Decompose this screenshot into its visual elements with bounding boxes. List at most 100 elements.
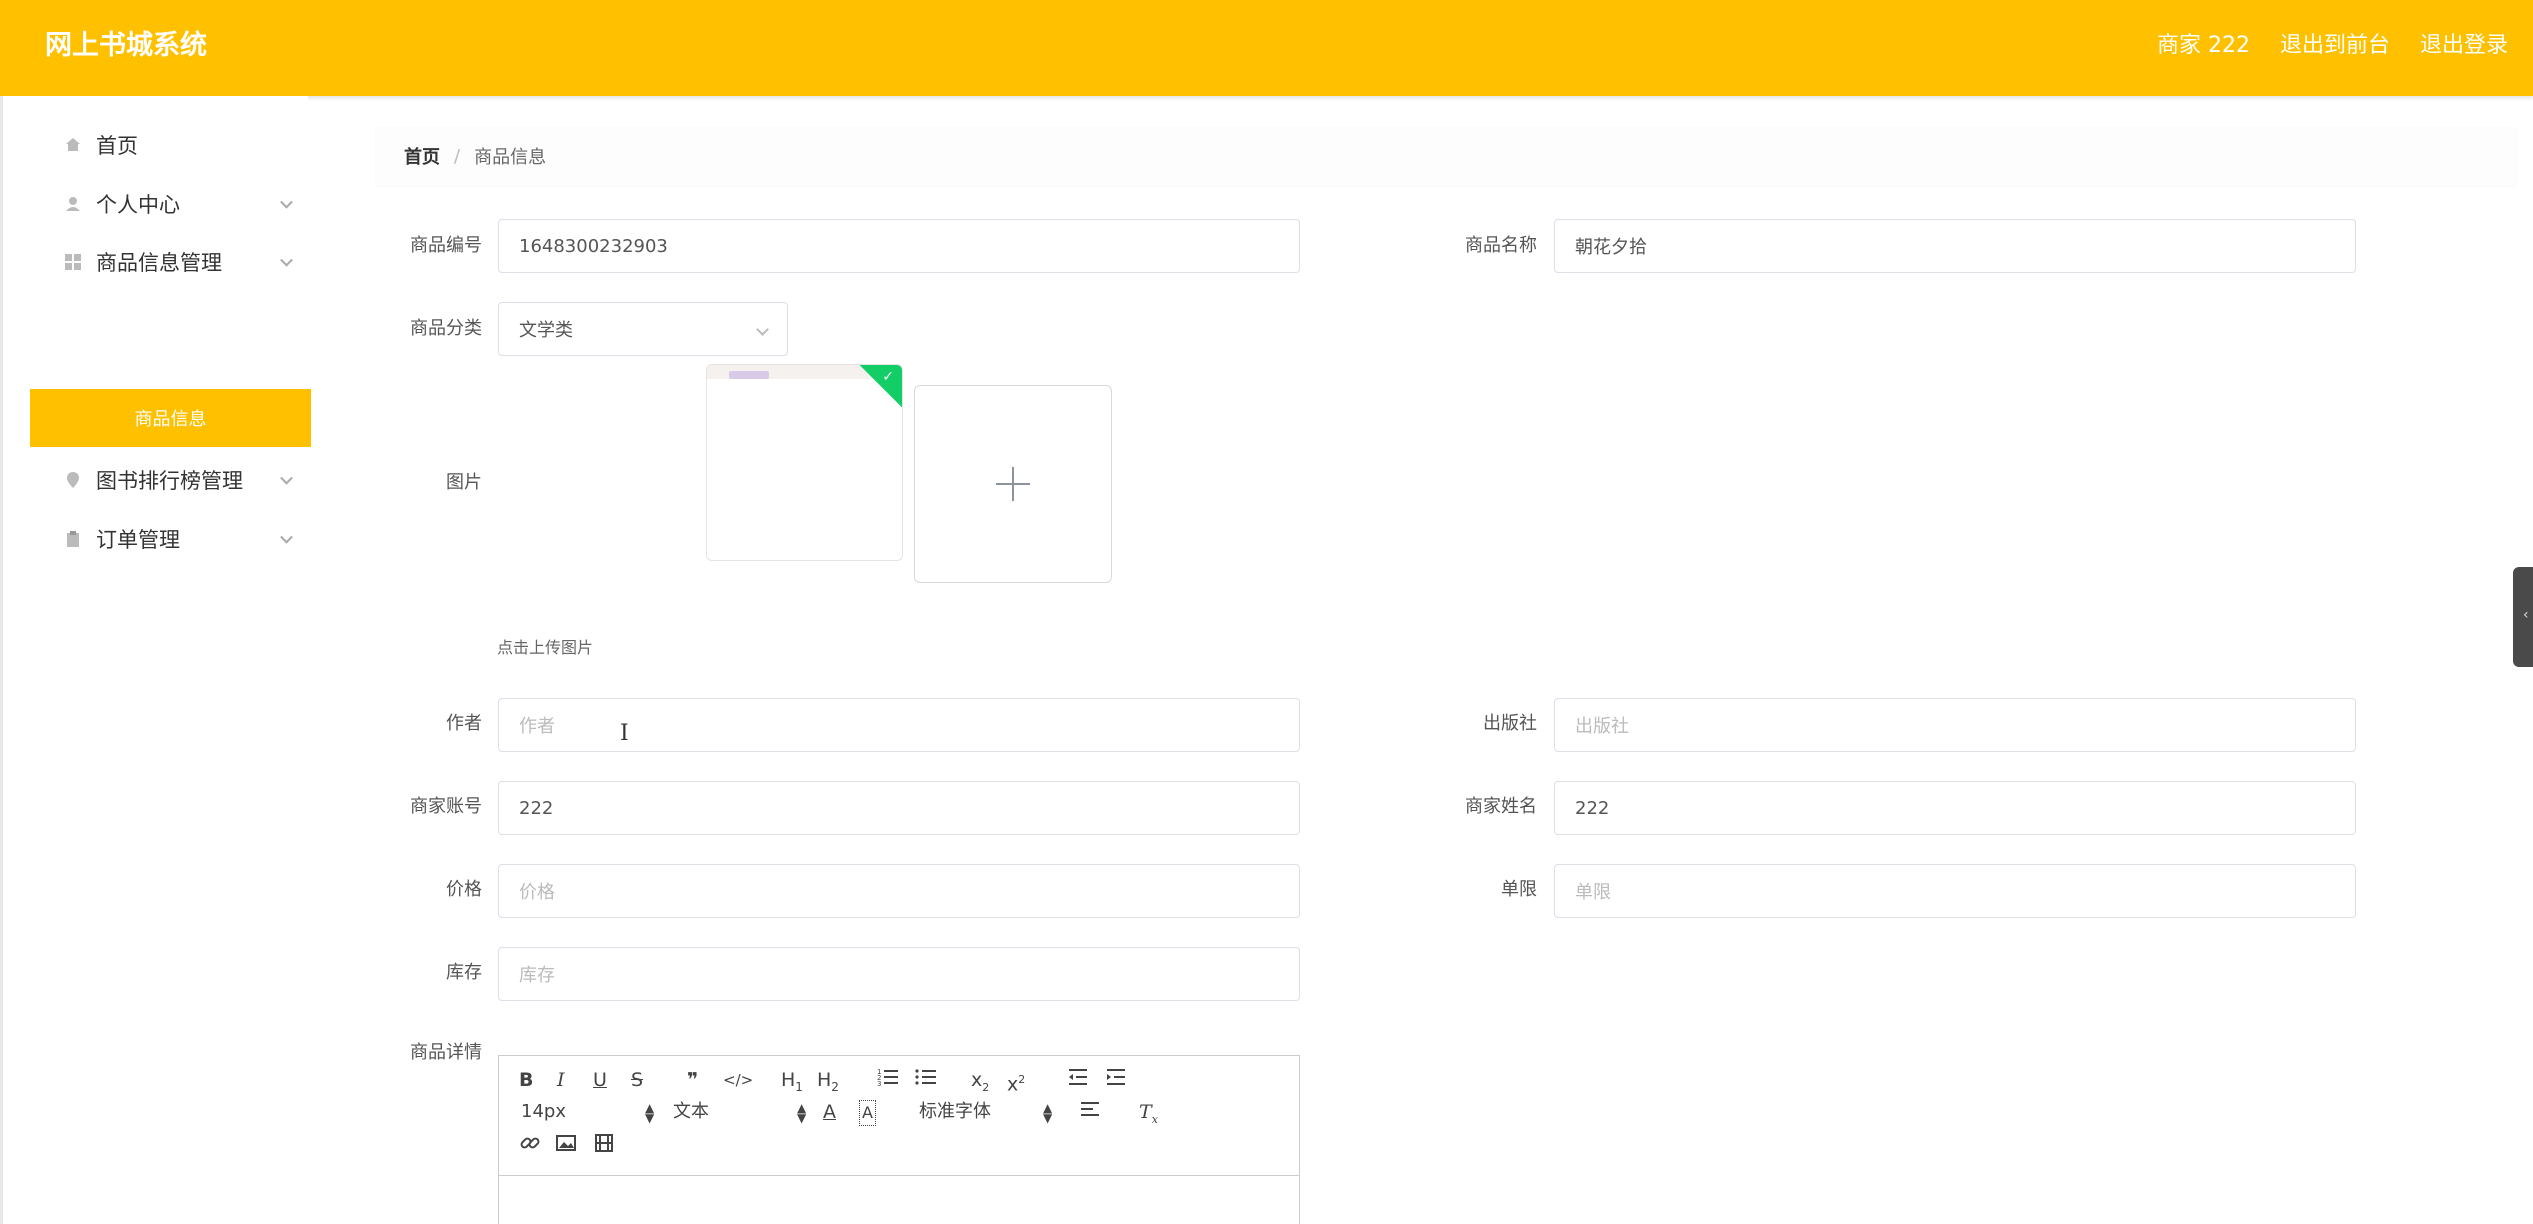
code-input[interactable]: 1648300232903 xyxy=(498,219,1300,273)
price-placeholder: 价格 xyxy=(519,882,555,903)
font-family-select[interactable]: 标准字体 ▲ ▼ xyxy=(919,1100,1052,1124)
publisher-placeholder: 出版社 xyxy=(1575,716,1629,737)
sidebar-subitem-product-info[interactable]: 商品信息 xyxy=(30,389,311,447)
home-icon xyxy=(64,136,82,154)
sidebar-item-ranking-management[interactable]: 图书排行榜管理 xyxy=(30,451,311,509)
price-input[interactable]: 价格 xyxy=(498,864,1300,918)
font-color-icon[interactable]: A xyxy=(823,1100,836,1124)
font-size-select[interactable]: 14px ▲ ▼ xyxy=(521,1100,654,1124)
pin-icon xyxy=(64,471,82,489)
logout-link[interactable]: 退出登录 xyxy=(2420,26,2508,66)
bold-icon[interactable]: B xyxy=(519,1068,533,1092)
strikethrough-icon[interactable]: S xyxy=(631,1068,643,1092)
breadcrumb-home[interactable]: 首页 xyxy=(404,143,440,169)
chevron-down-icon xyxy=(280,530,293,544)
ordered-list-icon[interactable]: 123 xyxy=(877,1066,899,1094)
category-label: 商品分类 xyxy=(410,318,482,339)
category-select[interactable]: 文学类 xyxy=(498,302,788,356)
sidebar-item-product-management[interactable]: 商品信息管理 xyxy=(30,233,311,291)
account-input[interactable]: 222 xyxy=(498,781,1300,835)
side-panel-toggle[interactable]: ‹ xyxy=(2513,567,2533,667)
plus-icon-vertical xyxy=(1012,467,1014,501)
user-icon xyxy=(64,195,82,213)
video-icon[interactable] xyxy=(593,1132,615,1160)
sidebar-item-label: 商品信息管理 xyxy=(96,251,222,275)
author-label: 作者 xyxy=(446,713,482,734)
name-input[interactable]: 朝花夕拾 xyxy=(1554,219,2356,273)
font-size-value: 14px xyxy=(521,1101,566,1122)
upload-tip: 点击上传图片 xyxy=(497,638,594,657)
breadcrumb-separator: / xyxy=(454,145,461,167)
image-label: 图片 xyxy=(446,472,482,493)
sidebar-item-label: 首页 xyxy=(96,134,138,158)
name-label: 商品名称 xyxy=(1465,235,1537,256)
sidebar-item-label: 订单管理 xyxy=(96,528,180,552)
sidebar-item-personal-center[interactable]: 个人中心 xyxy=(30,175,311,233)
italic-icon[interactable]: I xyxy=(557,1068,565,1092)
bullet-list-icon[interactable] xyxy=(915,1066,937,1094)
block-type-select[interactable]: 文本 ▲ ▼ xyxy=(673,1100,806,1124)
superscript-icon[interactable]: x2 xyxy=(1007,1068,1025,1096)
editor-toolbar: B I U S ❞ </> H1 H2 123 x2 x2 14px ▲ ▼ 文本… xyxy=(499,1056,1299,1176)
thumbnail-preview-mark xyxy=(729,371,769,379)
link-icon[interactable] xyxy=(519,1132,541,1160)
merchant-name-input[interactable]: 222 xyxy=(1554,781,2356,835)
author-input[interactable]: 作者 xyxy=(498,698,1300,752)
block-type-value: 文本 xyxy=(673,1101,709,1122)
price-label: 价格 xyxy=(446,879,482,900)
limit-placeholder: 单限 xyxy=(1575,882,1611,903)
merchant-name-value: 222 xyxy=(1575,797,1610,819)
publisher-input[interactable]: 出版社 xyxy=(1554,698,2356,752)
code-value: 1648300232903 xyxy=(519,235,668,257)
heading-1-icon[interactable]: H1 xyxy=(781,1068,803,1099)
stock-input[interactable]: 库存 xyxy=(498,947,1300,1001)
heading-2-icon[interactable]: H2 xyxy=(817,1068,839,1099)
font-family-value: 标准字体 xyxy=(919,1101,991,1122)
limit-input[interactable]: 单限 xyxy=(1554,864,2356,918)
account-label: 商家账号 xyxy=(410,796,482,817)
chevron-down-icon xyxy=(756,323,769,336)
stock-placeholder: 库存 xyxy=(519,965,555,986)
breadcrumb-current: 商品信息 xyxy=(474,147,547,168)
back-to-front-link[interactable]: 退出到前台 xyxy=(2280,26,2390,66)
app-title: 网上书城系统 xyxy=(45,30,207,61)
select-arrows-icon: ▲ ▼ xyxy=(645,1101,655,1125)
text-cursor-icon: I xyxy=(620,721,629,746)
subscript-icon[interactable]: x2 xyxy=(971,1068,989,1100)
top-header: 网上书城系统 商家 222 退出到前台 退出登录 xyxy=(0,0,2533,96)
stock-label: 库存 xyxy=(446,962,482,983)
underline-icon[interactable]: U xyxy=(593,1068,607,1092)
svg-text:3: 3 xyxy=(877,1080,881,1088)
chevron-left-icon: ‹ xyxy=(2523,607,2529,623)
detail-label: 商品详情 xyxy=(410,1042,482,1063)
sidebar-item-label: 个人中心 xyxy=(96,193,180,217)
limit-label: 单限 xyxy=(1501,879,1537,900)
sidebar-subitem-label: 商品信息 xyxy=(134,409,207,430)
indent-icon[interactable] xyxy=(1105,1066,1127,1094)
code-block-icon[interactable]: </> xyxy=(723,1068,753,1092)
outdent-icon[interactable] xyxy=(1067,1066,1089,1094)
align-left-icon[interactable] xyxy=(1079,1098,1101,1126)
sidebar-item-home[interactable]: 首页 xyxy=(30,116,311,174)
grid-icon xyxy=(64,253,82,271)
sidebar-item-order-management[interactable]: 订单管理 xyxy=(30,510,311,568)
clear-format-icon[interactable]: Tx xyxy=(1139,1100,1158,1132)
account-value: 222 xyxy=(519,797,554,819)
image-upload-button[interactable] xyxy=(914,385,1112,583)
blockquote-icon[interactable]: ❞ xyxy=(687,1068,698,1092)
header-actions: 商家 222 退出到前台 退出登录 xyxy=(2157,26,2508,66)
image-icon[interactable] xyxy=(555,1132,577,1160)
current-user: 商家 222 xyxy=(2156,33,2250,58)
category-value: 文学类 xyxy=(519,320,573,341)
sidebar: 首页 个人中心 商品信息管理 商品信息 图书排行榜管理 订单管理 xyxy=(0,96,311,1224)
select-arrows-icon: ▲ ▼ xyxy=(797,1101,807,1125)
background-color-icon[interactable]: A xyxy=(859,1100,876,1126)
sidebar-item-label: 图书排行榜管理 xyxy=(96,469,243,493)
rich-text-editor: B I U S ❞ </> H1 H2 123 x2 x2 14px ▲ ▼ 文本… xyxy=(498,1055,1300,1224)
author-placeholder: 作者 xyxy=(519,716,555,737)
chevron-down-icon xyxy=(280,471,293,485)
select-arrows-icon: ▲ ▼ xyxy=(1043,1101,1053,1125)
name-value: 朝花夕拾 xyxy=(1575,237,1647,258)
chevron-down-icon xyxy=(280,195,293,209)
uploaded-image-thumbnail[interactable]: ✓ xyxy=(706,364,903,561)
